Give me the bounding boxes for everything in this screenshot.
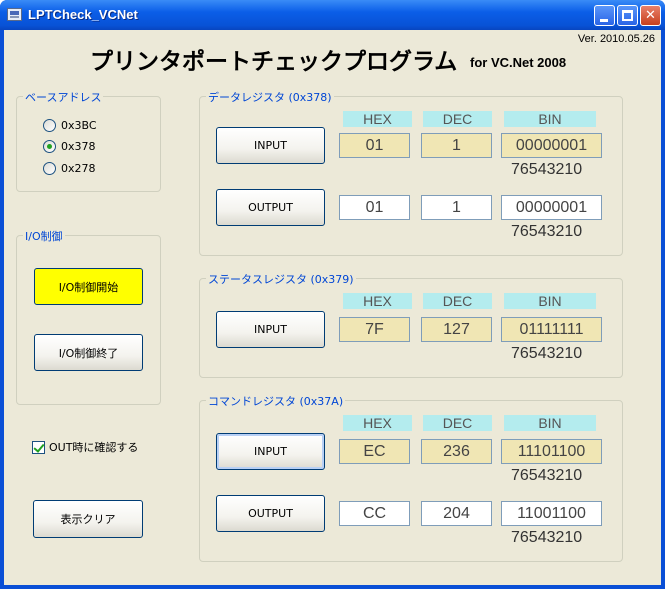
- radio-button-icon[interactable]: [43, 162, 56, 175]
- data-input-button[interactable]: INPUT: [216, 127, 325, 164]
- data-output-bin[interactable]: 00000001: [501, 195, 602, 220]
- data-input-hex: 01: [339, 133, 410, 158]
- bit-order-label: 76543210: [511, 161, 583, 178]
- data-input-dec: 1: [421, 133, 492, 158]
- command-input-hex: EC: [339, 439, 410, 464]
- minimize-button[interactable]: [594, 5, 615, 26]
- bin-header: BIN: [504, 415, 596, 431]
- data-output-hex[interactable]: 01: [339, 195, 410, 220]
- data-output-button[interactable]: OUTPUT: [216, 189, 325, 226]
- status-input-hex: 7F: [339, 317, 410, 342]
- dec-header: DEC: [423, 111, 492, 127]
- bin-header: BIN: [504, 293, 596, 309]
- base-address-group: ベースアドレス 0x3BC 0x378 0x278: [16, 89, 161, 192]
- base-address-label: ベースアドレス: [23, 89, 104, 105]
- clear-display-button[interactable]: 表示クリア: [33, 500, 143, 538]
- page-title: プリンタポートチェックプログラム: [90, 49, 458, 75]
- radio-label: 0x3BC: [61, 119, 97, 132]
- maximize-button[interactable]: [617, 5, 638, 26]
- hex-header: HEX: [343, 415, 412, 431]
- page-subtitle: for VC.Net 2008: [470, 55, 567, 70]
- radio-0x378[interactable]: 0x378: [43, 140, 96, 153]
- io-start-button[interactable]: I/O制御開始: [34, 268, 143, 305]
- dec-header: DEC: [423, 415, 492, 431]
- status-input-dec: 127: [421, 317, 492, 342]
- window-title: LPTCheck_VCNet: [28, 7, 138, 22]
- confirm-on-output-checkbox[interactable]: OUT時に確認する: [32, 439, 138, 455]
- data-input-bin: 00000001: [501, 133, 602, 158]
- bit-order-label: 76543210: [511, 467, 583, 484]
- title-bar[interactable]: LPTCheck_VCNet ✕: [0, 0, 665, 30]
- hex-header: HEX: [343, 111, 412, 127]
- bit-order-label: 76543210: [511, 223, 583, 240]
- command-input-bin: 11101100: [501, 439, 602, 464]
- status-input-button[interactable]: INPUT: [216, 311, 325, 348]
- hex-header: HEX: [343, 293, 412, 309]
- app-window: LPTCheck_VCNet ✕ Ver. 2010.05.26 プリンタポート…: [0, 0, 665, 589]
- status-input-bin: 01111111: [501, 317, 602, 342]
- command-register-label: コマンドレジスタ (0x37A): [206, 393, 346, 409]
- command-output-hex[interactable]: CC: [339, 501, 410, 526]
- radio-0x3bc[interactable]: 0x3BC: [43, 119, 97, 132]
- checkbox-checked-icon[interactable]: [32, 440, 45, 454]
- radio-0x278[interactable]: 0x278: [43, 162, 96, 175]
- checkbox-label: OUT時に確認する: [49, 441, 139, 454]
- radio-label: 0x278: [61, 162, 96, 175]
- close-button[interactable]: ✕: [640, 5, 661, 26]
- radio-button-selected-icon[interactable]: [43, 140, 56, 153]
- io-control-label: I/O制御: [23, 228, 65, 244]
- version-label: Ver. 2010.05.26: [577, 33, 655, 45]
- status-register-label: ステータスレジスタ (0x379): [206, 271, 356, 287]
- command-input-button[interactable]: INPUT: [216, 433, 325, 470]
- command-output-button[interactable]: OUTPUT: [216, 495, 325, 532]
- bin-header: BIN: [504, 111, 596, 127]
- data-output-dec[interactable]: 1: [421, 195, 492, 220]
- command-output-bin[interactable]: 11001100: [501, 501, 602, 526]
- radio-label: 0x378: [61, 140, 96, 153]
- bit-order-label: 76543210: [511, 529, 583, 546]
- app-icon: [7, 8, 22, 21]
- command-input-dec: 236: [421, 439, 492, 464]
- dec-header: DEC: [423, 293, 492, 309]
- data-register-label: データレジスタ (0x378): [206, 89, 334, 105]
- client-area: Ver. 2010.05.26 プリンタポートチェックプログラム for VC.…: [4, 30, 661, 585]
- io-control-group: I/O制御 I/O制御開始 I/O制御終了: [16, 228, 161, 405]
- radio-button-icon[interactable]: [43, 119, 56, 132]
- command-output-dec[interactable]: 204: [421, 501, 492, 526]
- io-end-button[interactable]: I/O制御終了: [34, 334, 143, 371]
- bit-order-label: 76543210: [511, 345, 583, 362]
